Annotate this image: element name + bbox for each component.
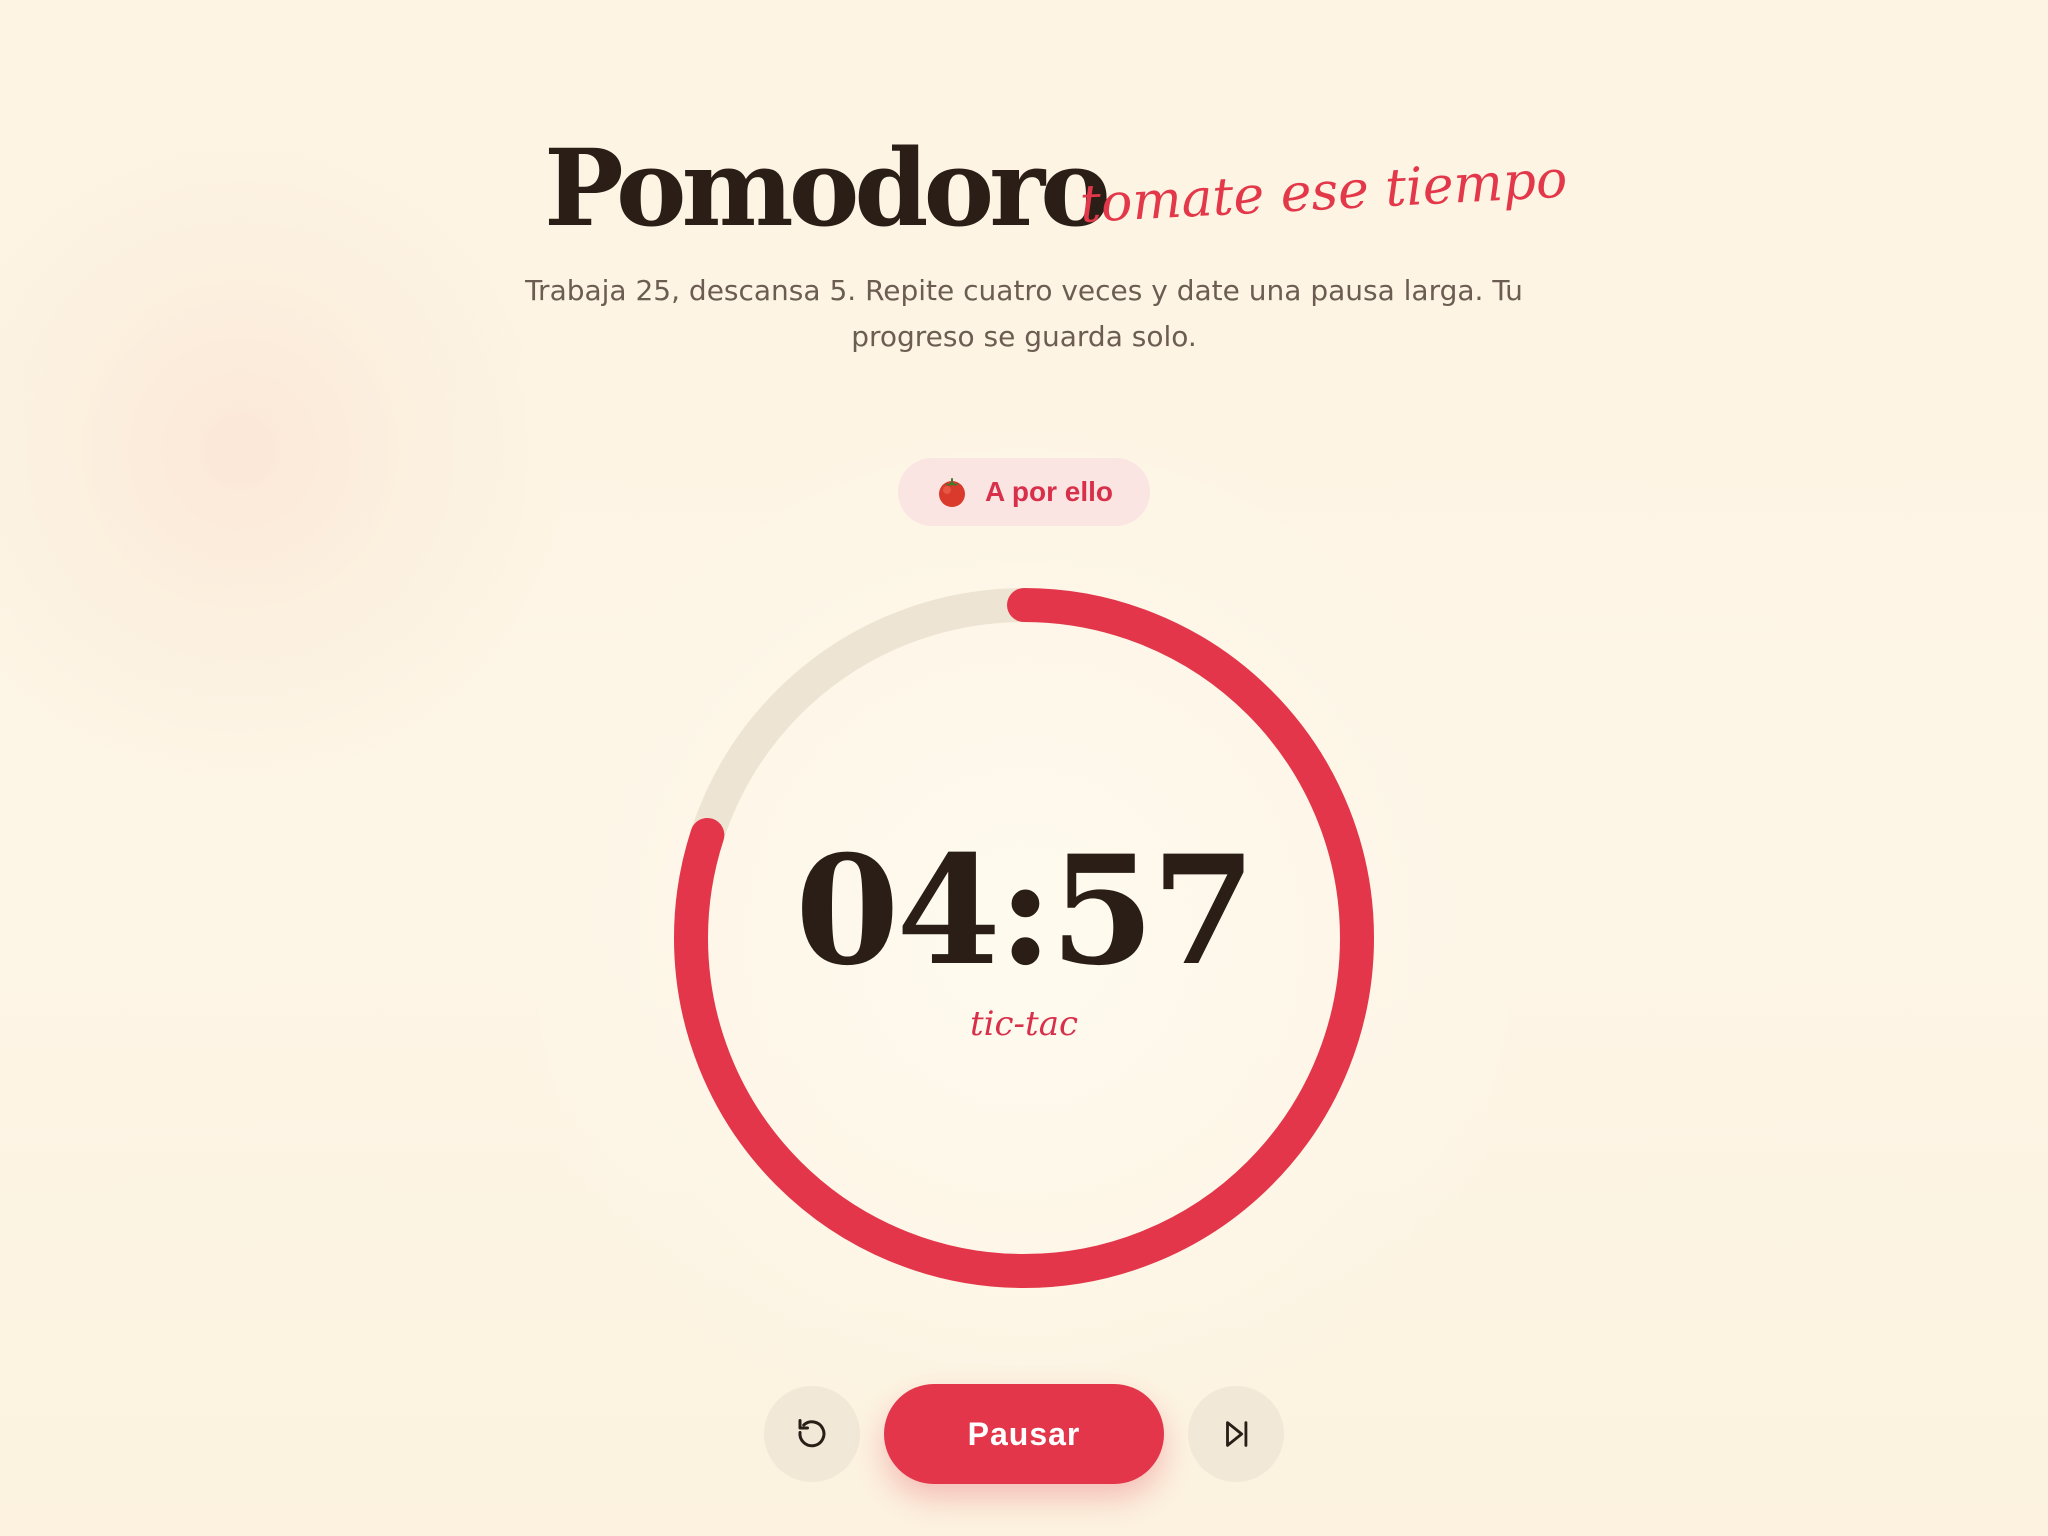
status-badge: A por ello	[898, 458, 1150, 526]
timer-caption: tic-tac	[969, 1004, 1079, 1044]
status-label: A por ello	[984, 476, 1114, 507]
reset-icon	[798, 1419, 826, 1448]
timer-controls: Pausar	[0, 1384, 2048, 1484]
timer-display: 04:57	[795, 823, 1256, 999]
skip-button[interactable]	[1188, 1386, 1284, 1482]
reset-button[interactable]	[764, 1386, 860, 1482]
page-subtitle: Trabaja 25, descansa 5. Repite cuatro ve…	[525, 274, 1523, 353]
page-header: Pomodoro tomate ese tiempo	[0, 128, 2048, 248]
timer-dial: 04:57 tic-tac	[650, 564, 1398, 1312]
page-tagline: tomate ese tiempo	[1078, 149, 1569, 236]
skip-forward-icon	[1226, 1421, 1248, 1447]
tomato-icon	[938, 478, 965, 507]
pause-button-label: Pausar	[967, 1415, 1081, 1452]
page-title: Pomodoro	[544, 125, 1111, 250]
pause-button[interactable]: Pausar	[884, 1384, 1164, 1484]
